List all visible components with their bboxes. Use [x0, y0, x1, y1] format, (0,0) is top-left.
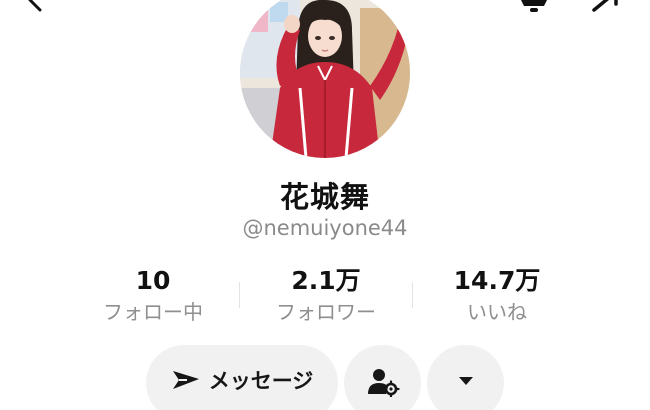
stat-likes[interactable]: 14.7万 いいね — [417, 264, 577, 326]
following-count: 10 — [135, 266, 171, 295]
stat-divider — [412, 282, 413, 308]
likes-label: いいね — [467, 300, 527, 324]
stat-following[interactable]: 10 フォロー中 — [73, 264, 233, 326]
follow-settings-button[interactable] — [344, 345, 421, 410]
share-arrow-icon — [592, 0, 618, 12]
chevron-left-icon — [28, 0, 42, 12]
username-handle: @nemuiyone44 — [242, 216, 408, 240]
profile-avatar[interactable] — [240, 0, 410, 158]
send-icon — [172, 371, 199, 389]
following-label: フォロー中 — [103, 300, 203, 324]
user-settings-icon — [367, 369, 400, 397]
profile-page: 花城舞 @nemuiyone44 10 フォロー中 2.1万 フォロワー 14.… — [0, 0, 650, 410]
likes-count: 14.7万 — [453, 266, 541, 295]
notification-icon — [521, 0, 547, 12]
caret-down-icon — [458, 377, 473, 385]
message-button[interactable]: メッセージ — [146, 345, 338, 410]
back-button[interactable] — [20, 0, 50, 16]
more-options-button[interactable] — [427, 345, 504, 410]
avatar-photo — [240, 0, 410, 158]
stat-divider — [239, 282, 240, 308]
message-button-label: メッセージ — [208, 369, 314, 393]
share-button[interactable] — [588, 0, 624, 16]
followers-label: フォロワー — [276, 300, 376, 324]
display-name: 花城舞 — [279, 180, 370, 214]
stat-followers[interactable]: 2.1万 フォロワー — [246, 264, 406, 326]
followers-count: 2.1万 — [291, 266, 361, 295]
notification-button[interactable] — [516, 0, 552, 16]
